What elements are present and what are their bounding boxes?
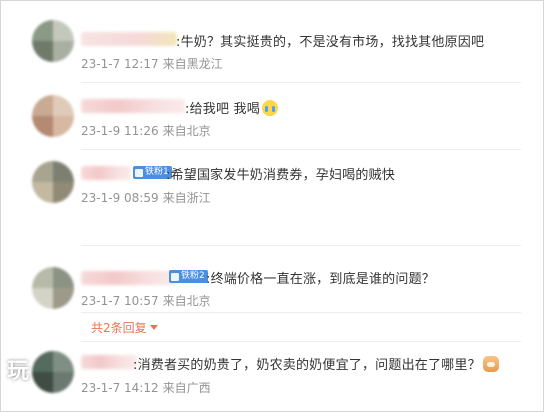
avatar[interactable] xyxy=(32,267,74,309)
comment-source: 来自北京 xyxy=(162,124,211,138)
fan-badge: 铁粉2 xyxy=(169,270,208,283)
divider xyxy=(81,82,521,83)
avatar[interactable] xyxy=(32,351,74,393)
comment-text: :希望国家发牛奶消费券，孕妇喝的贼快 xyxy=(166,168,395,183)
comment-text: :终端价格一直在涨，到底是谁的问题？ xyxy=(206,272,435,287)
comment-date: 23-1-9 08:59 xyxy=(81,191,159,205)
fan-badge-icon xyxy=(135,168,143,177)
divider xyxy=(81,341,521,342)
comment-date: 23-1-7 10:57 xyxy=(81,294,159,308)
cat-emoji xyxy=(482,356,499,372)
comment-meta: 23-1-9 08:59 来自浙江 xyxy=(81,189,215,206)
comment-source: 来自广西 xyxy=(162,381,211,395)
avatar[interactable] xyxy=(32,20,74,62)
username-blurred[interactable] xyxy=(81,32,177,46)
comment-list: :牛奶？其实挺贵的，不是没有市场，找找其他原因吧 23-1-7 12:17 来自黑… xyxy=(0,0,544,412)
comment-meta: 23-1-7 12:17 来自黑龙江 xyxy=(81,55,227,72)
username-blurred[interactable] xyxy=(81,355,137,369)
fan-badge-icon xyxy=(171,272,179,281)
username-blurred[interactable] xyxy=(81,99,185,113)
caret-down-icon xyxy=(149,325,158,330)
avatar[interactable] xyxy=(32,95,74,137)
comment-meta: 23-1-9 11:26 来自北京 xyxy=(81,122,215,139)
comment-date: 23-1-7 12:17 xyxy=(81,57,159,71)
username-blurred[interactable] xyxy=(81,271,177,285)
comment-date: 23-1-9 11:26 xyxy=(81,124,159,138)
comment-date: 23-1-7 14:12 xyxy=(81,381,159,395)
crying-face-emoji xyxy=(261,100,278,116)
watermark-logo: 玩 xyxy=(7,359,31,384)
comment-text: :牛奶？其实挺贵的，不是没有市场，找找其他原因吧 xyxy=(176,35,485,50)
comment-text: :消费者买的奶贵了，奶农卖的奶便宜了，问题出在了哪里？ xyxy=(133,354,499,373)
avatar[interactable] xyxy=(32,161,74,203)
divider xyxy=(81,312,521,313)
comment-text: :给我吧 我喝 xyxy=(185,98,278,117)
comment-meta: 23-1-7 10:57 来自北京 xyxy=(81,292,215,309)
divider xyxy=(81,245,521,246)
comment-meta: 23-1-7 14:12 来自广西 xyxy=(81,379,215,396)
username-blurred[interactable] xyxy=(81,166,131,180)
divider xyxy=(81,149,521,150)
comment-source: 来自北京 xyxy=(162,294,211,308)
comment-source: 来自黑龙江 xyxy=(162,57,223,71)
comment-source: 来自浙江 xyxy=(162,191,211,205)
view-replies-link[interactable]: 共2条回复 xyxy=(91,319,158,336)
